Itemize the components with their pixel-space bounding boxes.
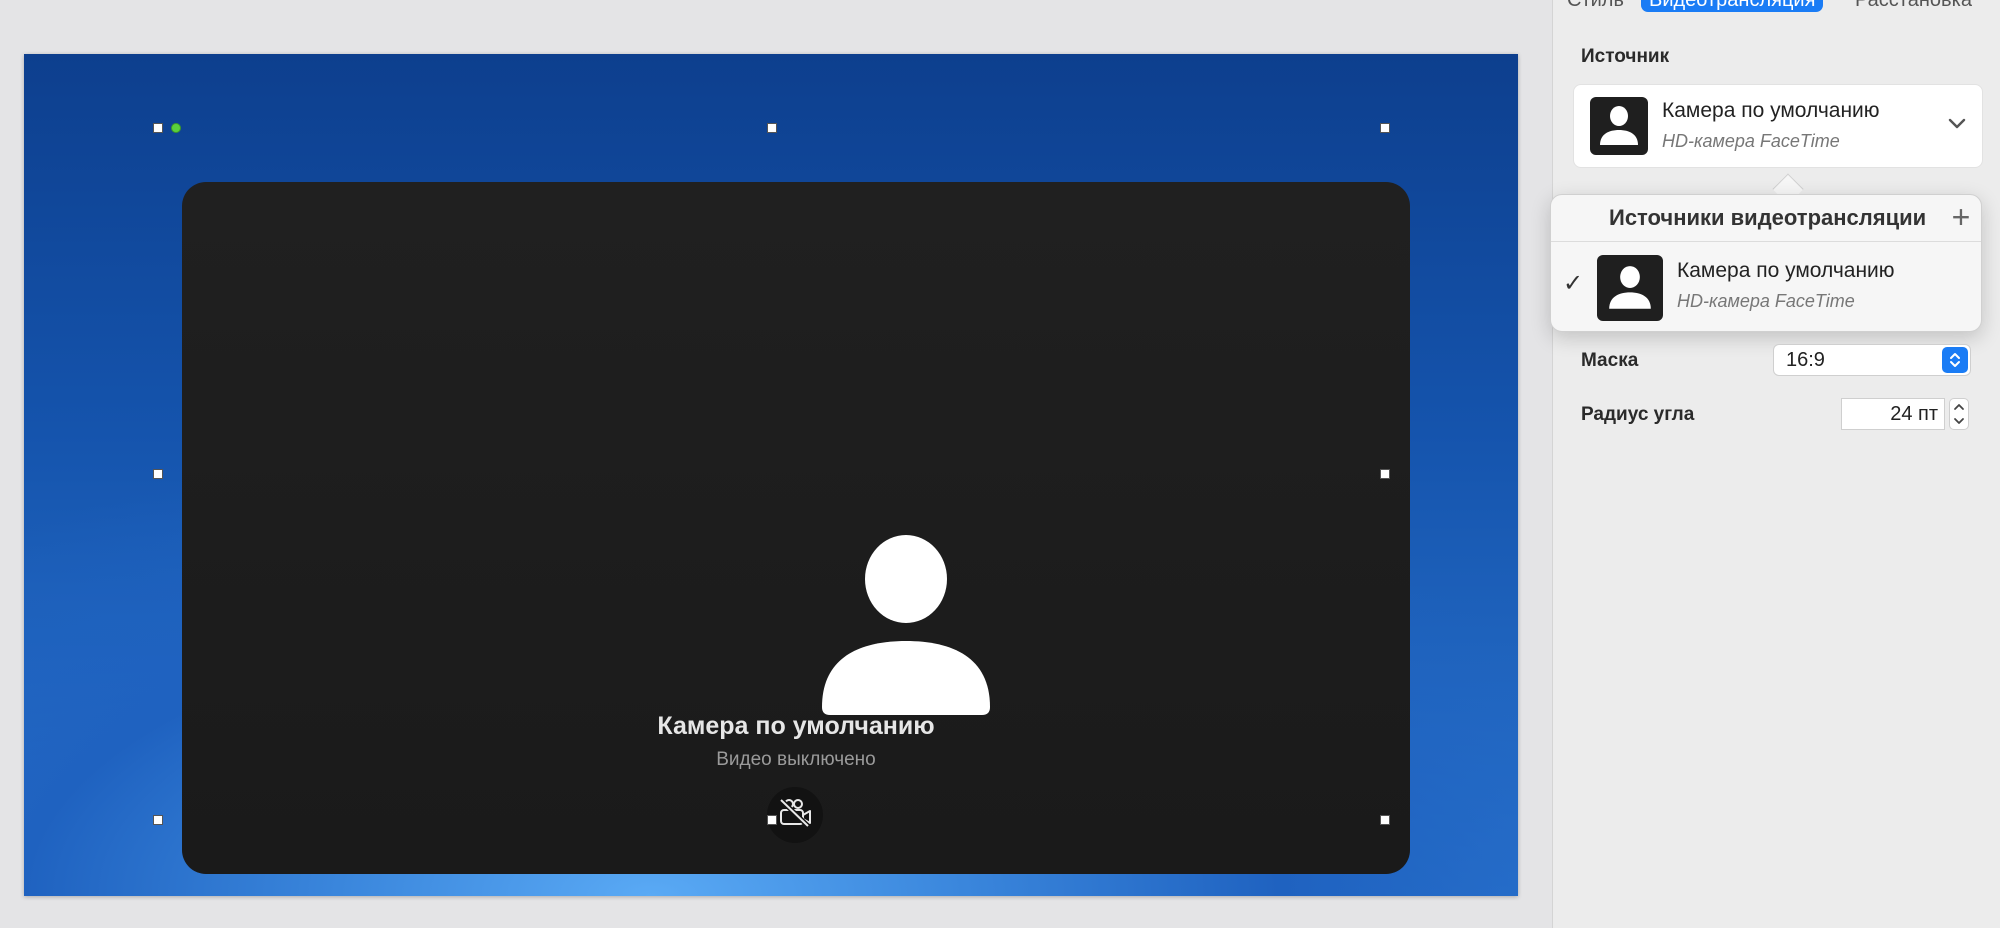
resize-handle-right[interactable] (1380, 469, 1390, 479)
chevron-down-icon (1948, 117, 1966, 135)
tab-style[interactable]: Стиль (1567, 0, 1624, 12)
resize-handle-top-left[interactable] (153, 123, 163, 133)
popover-source-device: HD-камера FaceTime (1677, 291, 1855, 311)
video-source-title: Камера по умолчанию (657, 712, 935, 740)
slide-canvas: Камера по умолчанию Видео выключено (0, 0, 1552, 928)
source-selector[interactable]: Камера по умолчанию HD-камера FaceTime (1573, 84, 1983, 168)
tab-live-video[interactable]: Видеотрансляция (1641, 0, 1824, 12)
corner-radius-label: Радиус угла (1581, 404, 1695, 425)
resize-handle-bottom-right[interactable] (1380, 815, 1390, 825)
popover-source-name: Камера по умолчанию (1677, 259, 1895, 282)
source-section-label: Источник (1581, 46, 1670, 67)
corner-radius-field[interactable]: 24 пт (1841, 398, 1945, 430)
resize-handle-bottom-left[interactable] (153, 815, 163, 825)
checkmark-icon: ✓ (1563, 270, 1584, 297)
popover-source-item[interactable]: ✓ Камера по умолчанию HD-камера FaceTime (1551, 243, 1981, 331)
corner-radius-handle[interactable] (171, 123, 181, 133)
add-source-button[interactable]: + (1947, 201, 1975, 233)
slide[interactable]: Камера по умолчанию Видео выключено (24, 54, 1518, 896)
popover-divider (1551, 241, 1981, 242)
source-name: Камера по умолчанию (1662, 99, 1880, 122)
resize-handle-bottom[interactable] (767, 815, 777, 825)
resize-handle-left[interactable] (153, 469, 163, 479)
up-down-arrows-icon (1942, 347, 1968, 373)
live-video-element[interactable]: Камера по умолчанию Видео выключено (182, 182, 1410, 874)
popover-title: Источники видеотрансляции (1609, 205, 1927, 230)
mask-value: 16:9 (1786, 349, 1825, 371)
format-inspector: Стиль Видеотрансляция Расстановка Источн… (1550, 0, 2000, 928)
person-icon (1597, 255, 1663, 321)
resize-handle-top[interactable] (767, 123, 777, 133)
person-icon (1590, 97, 1648, 155)
source-device: HD-камера FaceTime (1662, 131, 1840, 151)
camera-off-icon (778, 797, 812, 833)
video-status-text: Видео выключено (716, 749, 876, 770)
mask-label: Маска (1581, 350, 1639, 371)
resize-handle-top-right[interactable] (1380, 123, 1390, 133)
corner-radius-stepper[interactable] (1949, 398, 1969, 430)
mask-select[interactable]: 16:9 (1773, 344, 1971, 376)
inspector-tabs: Стиль Видеотрансляция Расстановка (1553, 0, 2000, 12)
video-sources-popover: Источники видеотрансляции + ✓ Камера по … (1550, 194, 1982, 332)
tab-arrange[interactable]: Расстановка (1855, 0, 1972, 12)
